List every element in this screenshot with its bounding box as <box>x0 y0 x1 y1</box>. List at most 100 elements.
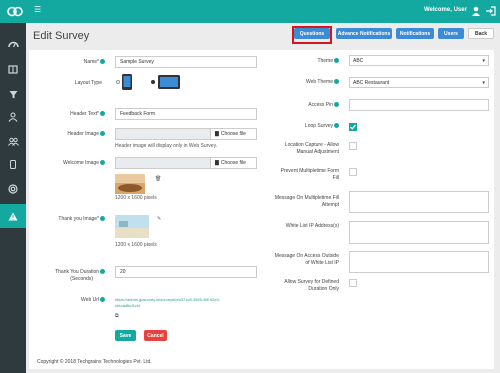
questions-button[interactable]: Questions <box>294 28 330 39</box>
landscape-layout-icon[interactable] <box>157 74 181 90</box>
header-text-label-text: Header Text* <box>70 111 99 117</box>
main-content: Edit Survey Questions Advance Notificati… <box>27 23 500 373</box>
copy-icon[interactable]: ⧉ <box>115 313 119 319</box>
prevent-multipletime-label-line1: Prevent Multipletime Form <box>280 168 339 174</box>
help-icon[interactable] <box>334 79 339 85</box>
sidebar <box>0 23 26 373</box>
users-button[interactable]: Users <box>438 28 464 39</box>
sidebar-item-group[interactable] <box>0 129 26 153</box>
thankyou-duration-input[interactable]: 20 <box>115 266 257 278</box>
loop-survey-label: Loop Survey <box>277 123 339 130</box>
thankyou-image-thumbnail <box>115 215 149 238</box>
help-icon[interactable] <box>334 102 339 108</box>
help-icon[interactable] <box>100 160 105 166</box>
warning-icon <box>8 212 18 220</box>
book-icon <box>8 64 18 74</box>
sidebar-item-alerts[interactable] <box>0 204 26 228</box>
web-url-label-text: Web Url <box>81 297 99 303</box>
lifebuoy-icon <box>8 184 18 194</box>
sidebar-item-support[interactable] <box>0 177 26 201</box>
header-text-input[interactable]: Feedback Form <box>115 108 257 120</box>
message-access-outside-textarea[interactable] <box>349 251 489 273</box>
logout-icon[interactable] <box>485 5 497 17</box>
app-logo-icon[interactable] <box>7 5 23 18</box>
folder-icon: ▇ <box>215 160 219 166</box>
help-icon[interactable] <box>100 216 105 222</box>
allow-defined-duration-checkbox[interactable] <box>349 279 357 287</box>
thankyou-duration-label-text: Thank You Duration <box>55 269 99 275</box>
message-multipletime-label-line1: Message On Multipletime Fill <box>274 195 339 201</box>
welcome-image-thumbnail <box>115 174 145 194</box>
trash-icon[interactable]: 🗑 <box>155 176 161 182</box>
web-theme-label-text: Web Theme <box>305 79 333 85</box>
message-access-outside-label-line1: Message On Access Outside <box>274 253 339 259</box>
sidebar-item-survey[interactable] <box>0 57 26 81</box>
portrait-layout-icon[interactable] <box>120 73 134 91</box>
welcome-image-choose-file-button[interactable]: ▇ Choose file <box>211 157 257 169</box>
dashboard-icon <box>7 41 19 47</box>
sidebar-item-mobile[interactable] <box>0 152 26 176</box>
chevron-down-icon: ▾ <box>482 79 485 86</box>
landscape-radio[interactable] <box>151 80 155 84</box>
sidebar-item-users[interactable] <box>0 105 26 129</box>
welcome-image-label-text: Welcome Image <box>62 160 99 166</box>
message-multipletime-label: Message On Multipletime Fill Attempt <box>269 195 339 209</box>
web-url-label: Web Url <box>49 297 105 304</box>
help-icon[interactable] <box>334 123 339 129</box>
theme-label: Theme <box>277 58 339 65</box>
name-input[interactable]: Sample Survey <box>115 56 257 68</box>
back-button[interactable]: Back <box>468 28 494 39</box>
allow-defined-duration-label-line2: Duration Only <box>308 286 339 292</box>
header-image-choose-file-button[interactable]: ▇ Choose file <box>211 128 257 140</box>
help-icon[interactable] <box>100 111 105 117</box>
web-theme-select[interactable]: ABC Restaurant ▾ <box>349 77 489 88</box>
welcome-image-file-path <box>115 157 211 169</box>
help-icon[interactable] <box>334 58 339 64</box>
access-pin-label-text: Access Pin <box>308 102 333 108</box>
welcome-image-pixels: 1200 x 1600 pixels <box>115 195 157 201</box>
white-list-ip-label: White List IP Address(s) <box>285 223 339 229</box>
save-button[interactable]: Save <box>115 330 136 341</box>
help-icon[interactable] <box>100 297 105 303</box>
message-access-outside-label: Message On Access Outside of White List I… <box>269 253 339 267</box>
edit-icon[interactable]: ✎ <box>157 216 161 222</box>
help-icon[interactable] <box>100 59 105 65</box>
help-icon[interactable] <box>100 269 105 275</box>
location-capture-label-line1: Location Capture - Allow <box>284 142 339 148</box>
loop-survey-checkbox[interactable] <box>349 123 357 131</box>
header-image-note: Header image will display only in Web Su… <box>115 143 218 149</box>
notifications-button[interactable]: Notifications <box>396 28 434 39</box>
thankyou-duration-label: Thank You Duration (Seconds) <box>39 269 105 283</box>
thankyou-image-pixels: 1200 x 1600 pixels <box>115 242 157 248</box>
loop-survey-label-text: Loop Survey <box>304 123 333 129</box>
welcome-text: Welcome, User <box>424 7 467 13</box>
web-theme-select-value: ABC Restaurant <box>353 79 390 86</box>
theme-select[interactable]: ABC ▾ <box>349 55 489 66</box>
message-access-outside-label-line2: of White List IP <box>305 260 339 266</box>
thankyou-image-label-text: Thank you Image* <box>58 216 99 222</box>
web-theme-label: Web Theme <box>277 79 339 86</box>
cancel-button[interactable]: Cancel <box>144 330 167 341</box>
footer-copyright: Copyright © 2018 Techgrains Technologies… <box>37 359 152 365</box>
message-multipletime-textarea[interactable] <box>349 191 489 213</box>
access-pin-input[interactable] <box>349 99 489 111</box>
user-icon[interactable] <box>470 5 482 17</box>
advance-notifications-button[interactable]: Advance Notifications <box>336 28 392 39</box>
help-icon[interactable] <box>100 131 105 137</box>
web-url-link-line2[interactable]: cbbda8bd1cf4 <box>115 303 140 309</box>
hamburger-menu-icon[interactable]: ☰ <box>34 5 41 14</box>
mobile-icon <box>10 159 16 169</box>
sidebar-item-filter[interactable] <box>0 82 26 106</box>
chevron-down-icon: ▾ <box>482 57 485 64</box>
checkmark-icon <box>350 124 356 130</box>
sidebar-item-dashboard[interactable] <box>0 31 26 55</box>
portrait-radio[interactable] <box>116 80 120 84</box>
location-capture-checkbox[interactable] <box>349 142 357 150</box>
thankyou-image-label: Thank you Image* <box>39 216 105 223</box>
message-multipletime-label-line2: Attempt <box>321 202 339 208</box>
prevent-multipletime-checkbox[interactable] <box>349 168 357 176</box>
white-list-ip-textarea[interactable] <box>349 221 489 244</box>
prevent-multipletime-label: Prevent Multipletime Form Fill <box>273 168 339 182</box>
choose-file-text: Choose file <box>220 160 246 166</box>
welcome-image-label: Welcome Image <box>49 160 105 167</box>
